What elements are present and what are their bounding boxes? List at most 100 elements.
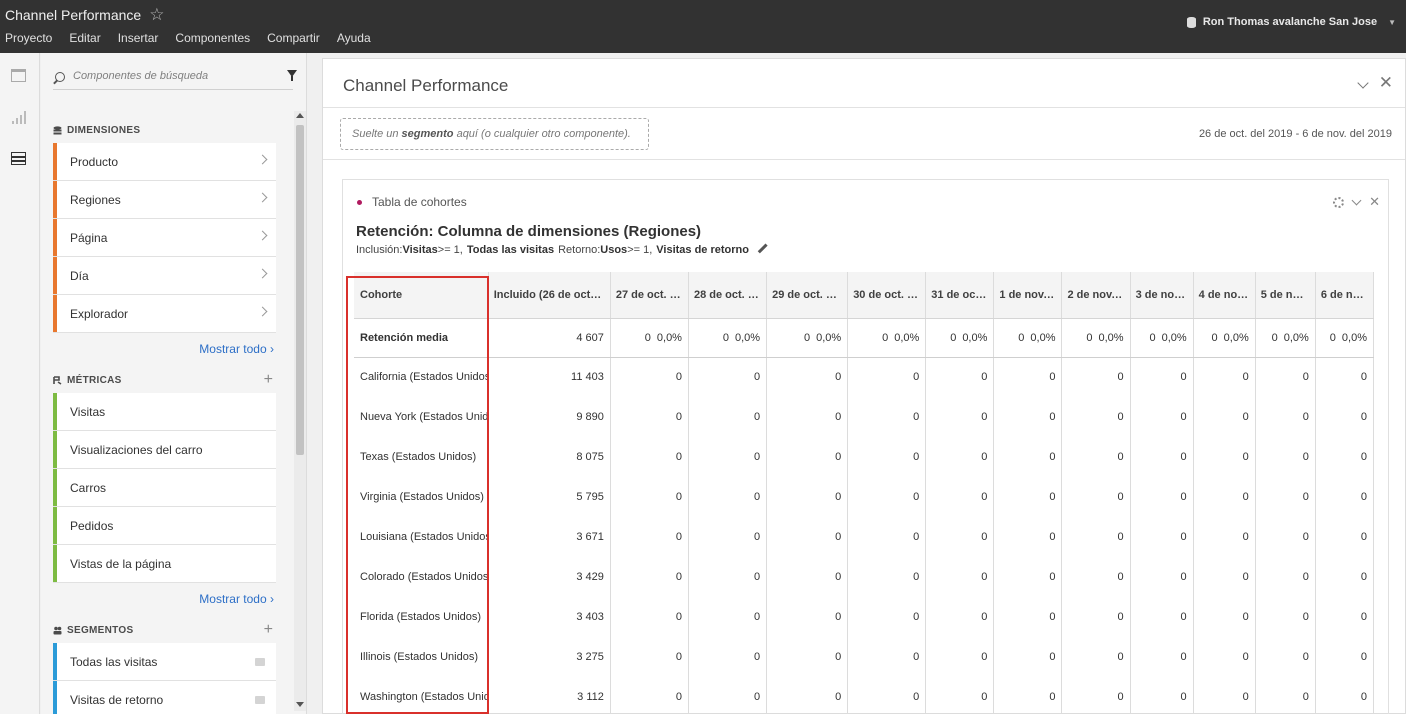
retention-cell[interactable]: 0: [1061, 677, 1131, 714]
retention-cell[interactable]: 0: [688, 557, 768, 597]
column-header[interactable]: 30 de oct. d...: [847, 272, 927, 319]
included-cell[interactable]: 11 403: [488, 357, 611, 397]
column-header[interactable]: Incluido (26 de oct. d...: [488, 272, 611, 319]
retention-cell[interactable]: 0: [993, 397, 1063, 437]
retention-cell[interactable]: 0: [610, 397, 689, 437]
retention-cell[interactable]: 0: [925, 597, 995, 637]
retention-cell[interactable]: 0: [1315, 557, 1375, 597]
retention-cell[interactable]: 0: [766, 477, 849, 517]
retention-cell[interactable]: 0: [610, 437, 689, 477]
average-retention-cell[interactable]: 0 0,0%: [1061, 318, 1131, 358]
cohort-label[interactable]: Nueva York (Estados Unidos): [354, 397, 489, 437]
retention-cell[interactable]: 0: [847, 437, 927, 477]
average-retention-cell[interactable]: 0 0,0%: [1130, 318, 1194, 358]
retention-cell[interactable]: 0: [993, 557, 1063, 597]
included-cell[interactable]: 3 112: [488, 677, 611, 714]
retention-cell[interactable]: 0: [847, 397, 927, 437]
included-cell[interactable]: 9 890: [488, 397, 611, 437]
retention-cell[interactable]: 0: [688, 477, 768, 517]
retention-cell[interactable]: 0: [1193, 557, 1256, 597]
retention-cell[interactable]: 0: [847, 557, 927, 597]
dimension-item-explorador[interactable]: Explorador: [53, 295, 276, 333]
retention-cell[interactable]: 0: [1315, 637, 1375, 677]
add-metric-icon[interactable]: +: [264, 372, 273, 388]
included-cell[interactable]: 3 429: [488, 557, 611, 597]
retention-cell[interactable]: 0: [1061, 637, 1131, 677]
retention-cell[interactable]: 0: [766, 557, 849, 597]
retention-cell[interactable]: 0: [1061, 477, 1131, 517]
retention-cell[interactable]: 0: [1315, 477, 1375, 517]
column-header[interactable]: 3 de nov....: [1130, 272, 1194, 319]
retention-cell[interactable]: 0: [1130, 677, 1194, 714]
chevron-right-icon[interactable]: [257, 268, 268, 279]
retention-cell[interactable]: 0: [993, 437, 1063, 477]
chevron-right-icon[interactable]: [257, 230, 268, 241]
metric-item-page-views[interactable]: Vistas de la página: [53, 545, 276, 583]
metrics-show-all-link[interactable]: Mostrar todo ›: [199, 592, 274, 606]
column-header[interactable]: 27 de oct. de...: [610, 272, 689, 319]
retention-cell[interactable]: 0: [925, 677, 995, 714]
retention-cell[interactable]: 0: [1315, 677, 1375, 714]
retention-cell[interactable]: 0: [1193, 397, 1256, 437]
retention-cell[interactable]: 0: [1061, 517, 1131, 557]
retention-cell[interactable]: 0: [847, 477, 927, 517]
retention-cell[interactable]: 0: [1255, 437, 1316, 477]
retention-cell[interactable]: 0: [688, 597, 768, 637]
dimension-item-pagina[interactable]: Página: [53, 219, 276, 257]
close-icon[interactable]: ✕: [1369, 194, 1380, 210]
cohort-label[interactable]: Louisiana (Estados Unidos): [354, 517, 489, 557]
retention-cell[interactable]: 0: [1061, 597, 1131, 637]
dimension-item-producto[interactable]: Producto: [53, 143, 276, 181]
metric-item-pedidos[interactable]: Pedidos: [53, 507, 276, 545]
retention-cell[interactable]: 0: [688, 357, 768, 397]
retention-cell[interactable]: 0: [1315, 517, 1375, 557]
retention-cell[interactable]: 0: [1315, 357, 1375, 397]
cohort-label[interactable]: Virginia (Estados Unidos): [354, 477, 489, 517]
cohort-label[interactable]: Washington (Estados Unidos): [354, 677, 489, 714]
retention-cell[interactable]: 0: [610, 517, 689, 557]
panel-header[interactable]: Tabla de cohortes: [357, 195, 467, 209]
components-scrollbar[interactable]: [294, 111, 306, 711]
average-retention-cell[interactable]: 0 0,0%: [1255, 318, 1316, 358]
app-title[interactable]: Channel Performance: [5, 7, 141, 23]
metric-item-cart-views[interactable]: Visualizaciones del carro: [53, 431, 276, 469]
segment-item-return-visits[interactable]: Visitas de retorno: [53, 681, 276, 714]
retention-cell[interactable]: 0: [766, 437, 849, 477]
average-retention-cell[interactable]: 0 0,0%: [925, 318, 995, 358]
segment-copy-icon[interactable]: [255, 696, 265, 704]
included-cell[interactable]: 8 075: [488, 437, 611, 477]
column-header[interactable]: 5 de nov....: [1255, 272, 1316, 319]
column-header[interactable]: 31 de oct. ...: [925, 272, 995, 319]
panels-icon[interactable]: [11, 69, 26, 82]
retention-cell[interactable]: 0: [1193, 637, 1256, 677]
retention-cell[interactable]: 0: [925, 397, 995, 437]
retention-cell[interactable]: 0: [847, 677, 927, 714]
star-icon[interactable]: ☆: [149, 6, 164, 23]
retention-cell[interactable]: 0: [925, 357, 995, 397]
retention-cell[interactable]: 0: [1193, 677, 1256, 714]
cohort-label[interactable]: California (Estados Unidos): [354, 357, 489, 397]
retention-cell[interactable]: 0: [993, 597, 1063, 637]
retention-cell[interactable]: 0: [610, 357, 689, 397]
menu-editar[interactable]: Editar: [69, 31, 100, 45]
search-input[interactable]: [73, 70, 273, 82]
scroll-up-icon[interactable]: [296, 113, 304, 118]
retention-cell[interactable]: 0: [993, 637, 1063, 677]
components-icon[interactable]: [11, 152, 26, 165]
retention-cell[interactable]: 0: [1255, 557, 1316, 597]
retention-cell[interactable]: 0: [1130, 437, 1194, 477]
average-retention-cell[interactable]: 0 0,0%: [766, 318, 849, 358]
retention-cell[interactable]: 0: [993, 477, 1063, 517]
retention-cell[interactable]: 0: [993, 677, 1063, 714]
segment-dropzone[interactable]: Suelte un segmento aquí (o cualquier otr…: [340, 118, 649, 150]
average-retention-cell[interactable]: 0 0,0%: [847, 318, 927, 358]
retention-cell[interactable]: 0: [1193, 597, 1256, 637]
retention-cell[interactable]: 0: [766, 677, 849, 714]
cohort-label[interactable]: Colorado (Estados Unidos): [354, 557, 489, 597]
retention-cell[interactable]: 0: [1315, 437, 1375, 477]
retention-cell[interactable]: 0: [610, 677, 689, 714]
retention-cell[interactable]: 0: [847, 637, 927, 677]
retention-cell[interactable]: 0: [1130, 357, 1194, 397]
retention-cell[interactable]: 0: [610, 597, 689, 637]
column-header[interactable]: 1 de nov. d...: [993, 272, 1063, 319]
